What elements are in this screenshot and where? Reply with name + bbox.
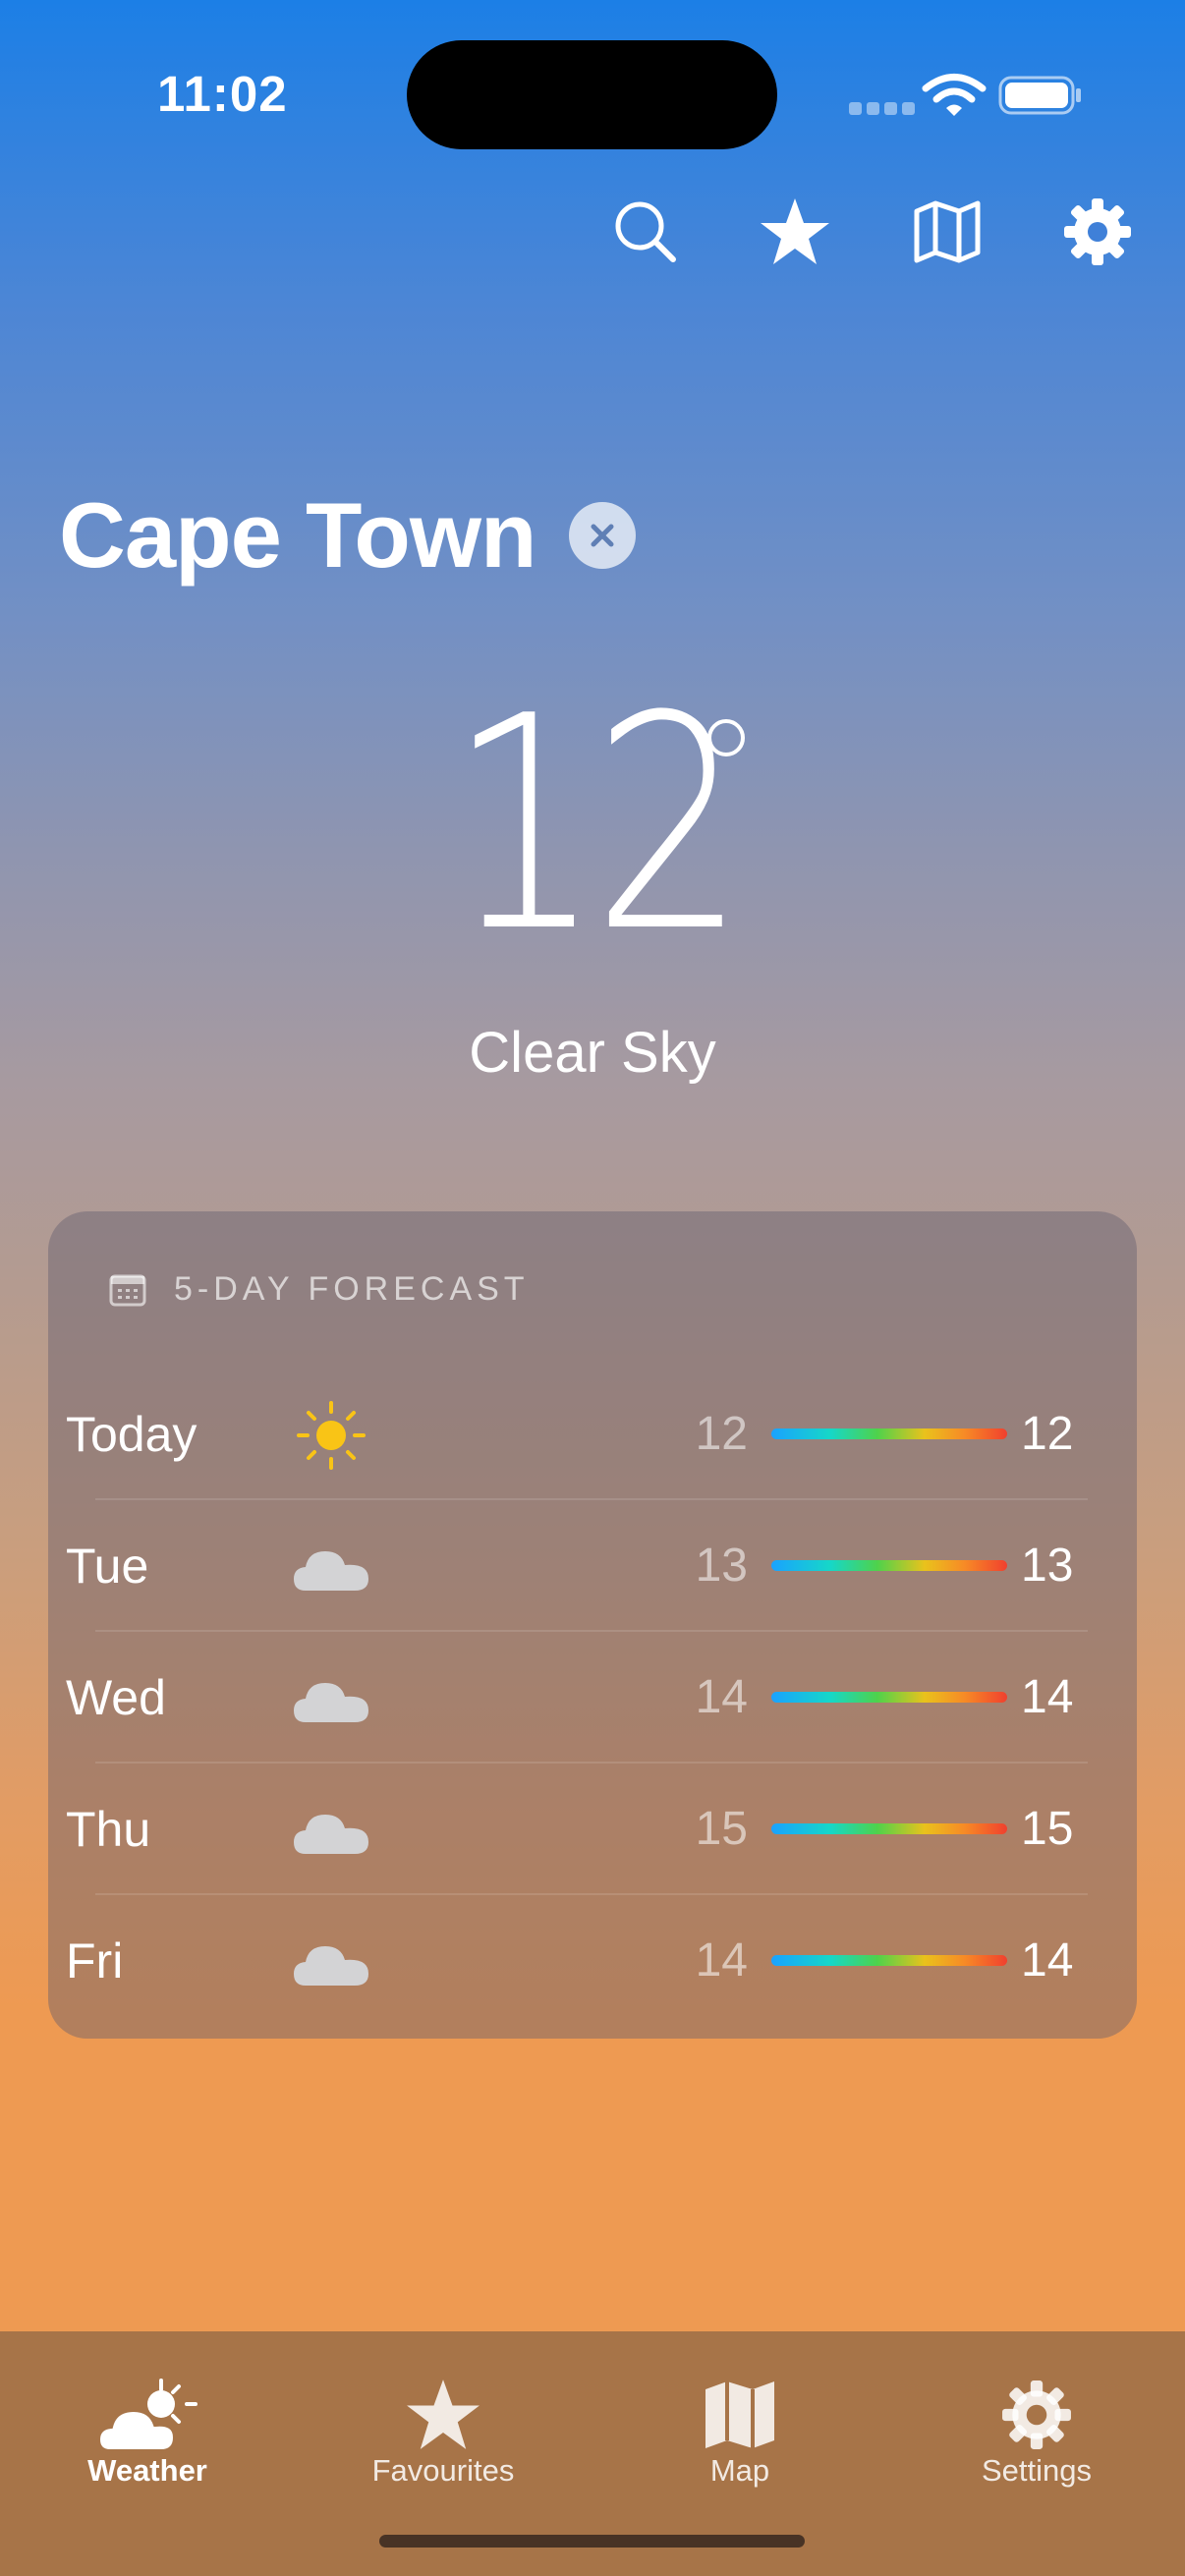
forecast-title: 5-DAY FORECAST xyxy=(174,1270,530,1308)
wifi-icon xyxy=(922,74,987,116)
settings-button[interactable] xyxy=(1058,193,1137,271)
forecast-day: Wed xyxy=(66,1670,166,1725)
tab-map[interactable]: Map xyxy=(592,2331,887,2528)
forecast-row[interactable]: Wed 14 14 xyxy=(48,1632,1137,1764)
tab-label: Map xyxy=(709,2453,770,2488)
temperature-range-bar xyxy=(771,1560,1007,1571)
forecast-low: 14 xyxy=(695,1671,748,1723)
search-icon xyxy=(615,201,676,262)
calendar-icon xyxy=(109,1274,146,1306)
weather-condition: Clear Sky xyxy=(469,1021,716,1085)
forecast-low: 12 xyxy=(695,1408,748,1460)
current-temperature: 12 xyxy=(448,653,746,996)
star-icon xyxy=(761,198,829,264)
temperature-range-bar xyxy=(771,1955,1007,1966)
tab-label: Favourites xyxy=(371,2453,515,2488)
favourite-button[interactable] xyxy=(756,193,834,271)
forecast-row[interactable]: Tue 13 13 xyxy=(48,1500,1137,1632)
dynamic-island xyxy=(407,40,777,149)
forecast-day: Fri xyxy=(66,1933,124,1988)
forecast-low: 14 xyxy=(695,1934,748,1987)
forecast-high: 12 xyxy=(1021,1408,1074,1460)
city-name: Cape Town xyxy=(59,483,536,587)
temperature-range-bar xyxy=(771,1428,1007,1439)
forecast-high: 14 xyxy=(1021,1671,1074,1723)
tab-weather[interactable]: Weather xyxy=(0,2331,295,2528)
map-button[interactable] xyxy=(908,193,987,271)
tab-label: Settings xyxy=(981,2453,1092,2488)
location-header: Cape Town xyxy=(59,481,637,589)
search-button[interactable] xyxy=(606,193,685,271)
cloud-icon xyxy=(294,1551,368,1591)
close-icon xyxy=(591,524,614,547)
cloud-icon xyxy=(294,1946,368,1986)
status-time: 11:02 xyxy=(157,66,288,122)
tab-settings[interactable]: Settings xyxy=(889,2331,1184,2528)
home-indicator[interactable] xyxy=(379,2535,805,2548)
forecast-high: 13 xyxy=(1021,1540,1074,1592)
forecast-day: Thu xyxy=(66,1802,151,1857)
cloud-sun-icon xyxy=(96,2379,198,2453)
forecast-row[interactable]: Thu 15 15 xyxy=(48,1764,1137,1895)
star-icon xyxy=(407,2380,480,2449)
forecast-row[interactable]: Fri 14 14 xyxy=(48,1895,1137,2027)
tab-favourites[interactable]: Favourites xyxy=(296,2331,591,2528)
cellular-signal-icon xyxy=(849,102,920,120)
forecast-low: 13 xyxy=(695,1540,748,1592)
gear-icon xyxy=(1002,2380,1071,2449)
forecast-high: 15 xyxy=(1021,1803,1074,1855)
clear-location-button[interactable] xyxy=(569,502,637,569)
forecast-high: 14 xyxy=(1021,1934,1074,1987)
forecast-day: Tue xyxy=(66,1539,149,1594)
cloud-icon xyxy=(294,1683,368,1722)
sun-icon xyxy=(297,1401,366,1470)
map-icon xyxy=(705,2381,774,2448)
temperature-range-bar xyxy=(771,1823,1007,1834)
degree-symbol xyxy=(707,719,745,756)
forecast-row[interactable]: Today 12 12 xyxy=(48,1369,1137,1500)
gear-icon xyxy=(1064,198,1131,265)
temperature-range-bar xyxy=(771,1692,1007,1703)
cloud-icon xyxy=(294,1815,368,1854)
status-bar: 11:02 xyxy=(0,0,1185,187)
battery-icon xyxy=(998,76,1081,115)
forecast-low: 15 xyxy=(695,1803,748,1855)
map-icon xyxy=(914,200,981,263)
forecast-header: 5-DAY FORECAST xyxy=(109,1270,530,1309)
forecast-card: 5-DAY FORECAST Today 12 12 Tue 13 13 Wed… xyxy=(48,1211,1137,2039)
forecast-day: Today xyxy=(66,1407,198,1462)
tab-label: Weather xyxy=(87,2453,207,2488)
